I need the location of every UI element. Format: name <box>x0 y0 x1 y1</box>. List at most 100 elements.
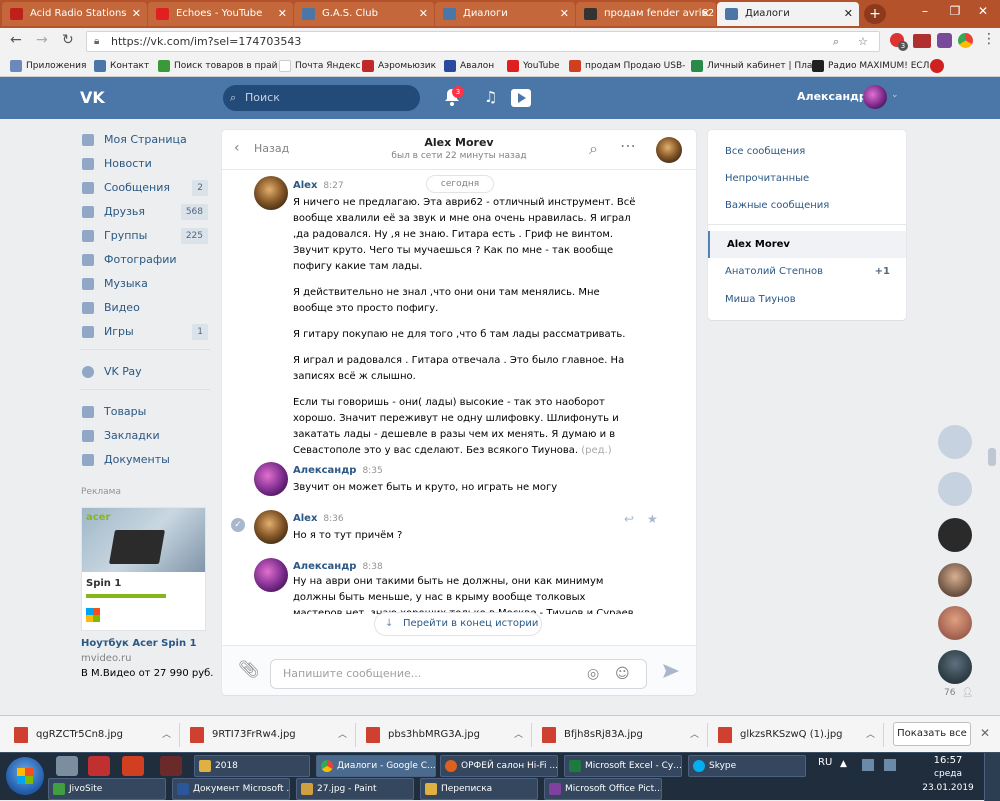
close-icon[interactable]: ✕ <box>701 2 710 26</box>
avatar[interactable] <box>938 563 972 597</box>
bookmark[interactable]: Личный кабинет | Пла <box>691 58 812 74</box>
bookmark-extra-icon[interactable] <box>930 59 944 73</box>
online-count[interactable]: 76 <box>944 688 955 698</box>
bookmark[interactable]: Радио MAXIMUM! ЕСЛ <box>812 58 929 74</box>
avatar[interactable] <box>254 176 288 210</box>
message-author[interactable]: Александр <box>293 465 356 476</box>
sidebar-item-photos[interactable]: Фотографии <box>80 249 210 271</box>
adblock-icon[interactable] <box>913 34 931 48</box>
chevron-down-icon[interactable]: ⌄ <box>891 90 899 100</box>
user-name[interactable]: Александр <box>797 90 867 103</box>
taskbar-window[interactable]: Microsoft Excel - Су... <box>564 755 682 777</box>
browser-tab[interactable]: продам fender avri62 7 ✕ <box>576 2 716 26</box>
filter-unread[interactable]: Непрочитанные <box>708 165 906 192</box>
dog-avatar-icon[interactable] <box>938 425 972 459</box>
tray-arrow-icon[interactable]: ▲ <box>840 759 847 769</box>
sidebar-item-bookmarks[interactable]: Закладки <box>80 425 210 447</box>
extension-purple-icon[interactable] <box>937 33 952 48</box>
language-indicator[interactable]: RU <box>818 757 832 768</box>
taskbar-window[interactable]: Skype <box>688 755 806 777</box>
sidebar-item-groups[interactable]: Группы 225 <box>80 225 210 247</box>
maximize-icon[interactable]: ❐ <box>940 0 970 22</box>
star-icon[interactable]: ★ <box>647 512 658 526</box>
browser-tab-active[interactable]: Диалоги ✕ <box>717 2 859 26</box>
camera-icon[interactable]: ◎ <box>587 660 599 688</box>
avatar[interactable] <box>254 510 288 544</box>
chrome-icon[interactable] <box>958 33 973 48</box>
zoom-icon[interactable]: ⌕ <box>833 32 839 51</box>
minimize-icon[interactable]: – <box>910 0 940 22</box>
download-item[interactable]: Bfjh8sRj83A.jpg ︿ <box>538 723 708 747</box>
smile-icon[interactable]: ☺ <box>615 660 630 688</box>
play-icon[interactable] <box>511 89 531 107</box>
taskbar-window[interactable]: JivoSite <box>48 778 166 800</box>
bookmark[interactable]: Контакт <box>94 58 149 74</box>
avatar[interactable] <box>254 558 288 592</box>
paperclip-icon[interactable]: 📎︎ <box>238 660 260 680</box>
sidebar-item-messages[interactable]: Сообщения 2 <box>80 177 210 199</box>
close-icon[interactable]: ✕ <box>419 2 428 26</box>
chevron-up-icon[interactable]: ︿ <box>690 723 699 747</box>
message-author[interactable]: Alex <box>293 180 317 191</box>
start-button[interactable] <box>6 757 44 795</box>
music-icon[interactable]: ♫ <box>484 88 497 106</box>
avatar[interactable] <box>254 462 288 496</box>
search-input[interactable]: ⌕ Поиск <box>223 85 420 111</box>
quicklaunch-icon[interactable] <box>122 756 144 776</box>
taskbar-window[interactable]: 27.jpg - Paint <box>296 778 414 800</box>
sidebar-item-my-page[interactable]: Моя Страница <box>80 129 210 151</box>
dialog-anatoly[interactable]: Анатолий Степнов +1 <box>708 258 906 285</box>
filter-important[interactable]: Важные сообщения <box>708 192 906 219</box>
bookmark[interactable]: Почта Яндекс <box>279 58 361 74</box>
close-icon[interactable]: ✕ <box>560 2 569 26</box>
chevron-up-icon[interactable]: ︿ <box>514 723 523 747</box>
bookmark[interactable]: Аэромьюзик <box>362 58 436 74</box>
vk-logo-icon[interactable]: VK <box>80 88 110 108</box>
browser-tab[interactable]: Echoes - YouTube ✕ <box>148 2 293 26</box>
sidebar-item-friends[interactable]: Друзья 568 <box>80 201 210 223</box>
quicklaunch-icon[interactable] <box>56 756 78 776</box>
close-icon[interactable]: ✕ <box>278 2 287 26</box>
taskbar-window-active[interactable]: Диалоги - Google C... <box>316 755 436 777</box>
scrollbar-thumb[interactable] <box>988 448 996 466</box>
sidebar-item-vkpay[interactable]: VK Pay <box>80 361 210 383</box>
reload-icon[interactable]: ↻ <box>62 32 74 48</box>
download-item[interactable]: glkzsRKSzwQ (1).jpg ︿ <box>714 723 884 747</box>
browser-tab[interactable]: Диалоги ✕ <box>435 2 575 26</box>
sidebar-item-goods[interactable]: Товары <box>80 401 210 423</box>
close-window-icon[interactable]: ✕ <box>968 0 998 22</box>
reply-icon[interactable]: ↩ <box>624 512 634 526</box>
taskbar-window[interactable]: Документ Microsoft ... <box>172 778 290 800</box>
close-icon[interactable]: ✕ <box>844 2 853 26</box>
download-item[interactable]: 9RTI73FrRw4.jpg ︿ <box>186 723 356 747</box>
chevron-up-icon[interactable]: ︿ <box>162 723 171 747</box>
avatar[interactable] <box>938 518 972 552</box>
sidebar-item-games[interactable]: Игры 1 <box>80 321 210 343</box>
dog-avatar-icon[interactable] <box>938 472 972 506</box>
more-dots-icon[interactable]: ⋯ <box>620 136 636 155</box>
search-icon[interactable]: ⌕ <box>589 139 598 159</box>
dialog-misha[interactable]: Миша Тиунов <box>708 286 906 313</box>
peer-avatar[interactable] <box>656 137 682 163</box>
address-bar[interactable]: 🔒︎ https://vk.com/im?sel=174703543 ⌕ ☆ <box>86 31 880 52</box>
bookmark[interactable]: Поиск товаров в прай <box>158 58 277 74</box>
taskbar-window[interactable]: Microsoft Office Pict... <box>544 778 662 800</box>
checkmark-icon[interactable]: ✓ <box>231 518 245 532</box>
sidebar-item-documents[interactable]: Документы <box>80 449 210 471</box>
download-item[interactable]: qgRZCTr5Cn8.jpg ︿ <box>10 723 180 747</box>
dialog-alex-morev-active[interactable]: Alex Morev <box>708 231 906 258</box>
network-icon[interactable] <box>862 759 874 771</box>
forward-arrow-icon[interactable]: → <box>36 32 48 48</box>
bookmark[interactable]: Приложения <box>10 58 86 74</box>
message-author[interactable]: Александр <box>293 561 356 572</box>
back-arrow-icon[interactable]: ← <box>10 32 22 48</box>
show-all-downloads-button[interactable]: Показать все <box>893 722 971 746</box>
jump-to-end-button[interactable]: ↓ Перейти в конец истории <box>374 612 542 636</box>
close-icon[interactable]: ✕ <box>132 2 141 26</box>
star-icon[interactable]: ☆ <box>858 32 868 51</box>
sidebar-item-music[interactable]: Музыка <box>80 273 210 295</box>
show-desktop-button[interactable] <box>984 753 1000 801</box>
taskbar-window[interactable]: Переписка <box>420 778 538 800</box>
bookmark[interactable]: продам Продаю USB- <box>569 58 685 74</box>
avatar[interactable] <box>863 85 887 109</box>
